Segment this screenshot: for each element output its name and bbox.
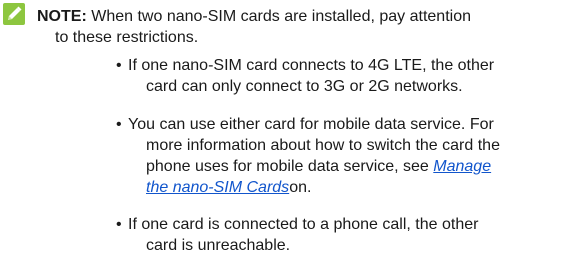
list-item-text: phone uses for mobile data service, see … <box>146 157 491 176</box>
list-item-text: card can only connect to 3G or 2G networ… <box>146 78 463 95</box>
pencil-edit-icon <box>3 3 25 25</box>
bullet-dot: • <box>116 57 122 74</box>
list-item-text-segment: on. <box>289 179 312 196</box>
manage-nano-sim-cards-link[interactable]: Manage <box>433 158 491 175</box>
note-label: NOTE: <box>37 8 87 25</box>
note-text: When two nano-SIM cards are installed, p… <box>86 8 471 25</box>
list-item-text: If one nano-SIM card connects to 4G LTE,… <box>128 57 495 74</box>
bullet-dot: • <box>116 116 122 133</box>
list-item-text: If one card is connected to a phone call… <box>128 216 479 233</box>
list-item-text-segment: phone uses for mobile data service, see <box>146 158 434 175</box>
note-text-line2: to these restrictions. <box>55 29 199 46</box>
bullet-dot: • <box>116 216 122 233</box>
list-item-text: You can use either card for mobile data … <box>128 116 494 133</box>
list-item-text: more information about how to switch the… <box>146 137 500 154</box>
manage-nano-sim-cards-link-cont[interactable]: the nano-SIM Cards <box>146 179 289 196</box>
list-item-text: the nano-SIM Cardson. <box>146 178 311 197</box>
note-text-line1: NOTE: When two nano-SIM cards are instal… <box>37 7 471 26</box>
list-item-text: card is unreachable. <box>146 237 291 254</box>
